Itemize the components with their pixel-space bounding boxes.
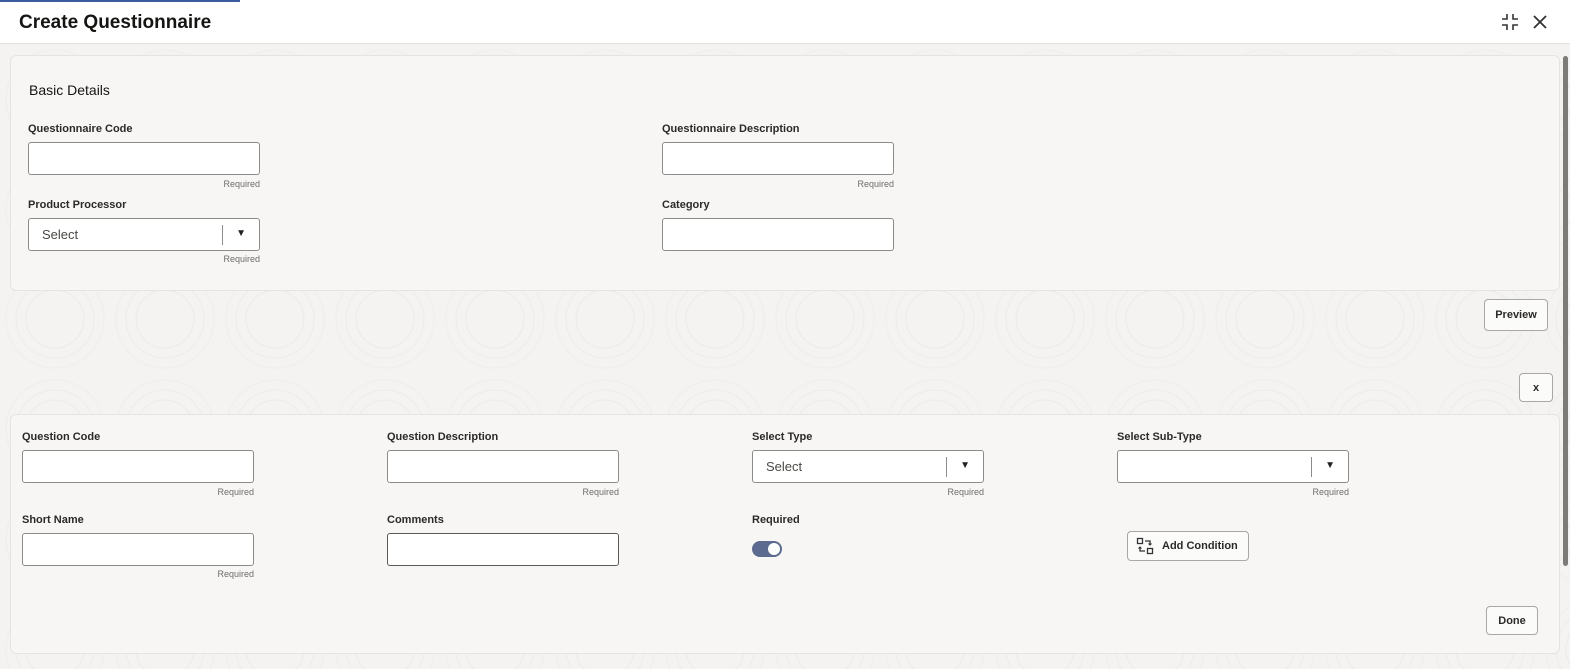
select-divider xyxy=(1311,457,1312,477)
question-description-label: Question Description xyxy=(387,431,499,443)
category-input[interactable] xyxy=(662,218,894,251)
questionnaire-description-hint: Required xyxy=(857,179,894,189)
remove-question-button[interactable]: x xyxy=(1519,373,1553,402)
short-name-label: Short Name xyxy=(22,514,84,526)
category-label: Category xyxy=(662,199,710,211)
product-processor-label: Product Processor xyxy=(28,199,127,211)
scrollbar[interactable] xyxy=(1563,56,1568,566)
product-processor-hint: Required xyxy=(223,254,260,264)
comments-input[interactable] xyxy=(387,533,619,566)
chevron-down-icon[interactable]: ▼ xyxy=(1325,460,1335,471)
required-toggle[interactable] xyxy=(752,541,782,557)
question-code-input[interactable] xyxy=(22,450,254,483)
select-divider xyxy=(946,457,947,477)
dialog-header: Create Questionnaire xyxy=(0,0,1570,44)
select-sub-type-hint: Required xyxy=(1312,487,1349,497)
chevron-down-icon[interactable]: ▼ xyxy=(236,228,246,239)
select-type-value: Select xyxy=(766,459,803,474)
required-label: Required xyxy=(752,514,800,526)
condition-icon xyxy=(1136,537,1154,555)
done-button[interactable]: Done xyxy=(1486,606,1538,635)
header-accent xyxy=(0,0,240,2)
short-name-hint: Required xyxy=(217,569,254,579)
preview-button[interactable]: Preview xyxy=(1484,299,1548,331)
select-type-select[interactable]: Select ▼ xyxy=(752,450,984,483)
question-code-label: Question Code xyxy=(22,431,101,443)
product-processor-value: Select xyxy=(42,227,79,242)
dialog-title: Create Questionnaire xyxy=(19,12,212,33)
select-sub-type-label: Select Sub-Type xyxy=(1117,431,1202,443)
comments-label: Comments xyxy=(387,514,444,526)
questionnaire-description-label: Questionnaire Description xyxy=(662,123,800,135)
questionnaire-code-input[interactable] xyxy=(28,142,260,175)
add-condition-button[interactable]: Add Condition xyxy=(1127,531,1249,561)
question-description-input[interactable] xyxy=(387,450,619,483)
close-icon[interactable] xyxy=(1530,12,1550,32)
questionnaire-code-hint: Required xyxy=(223,179,260,189)
short-name-input[interactable] xyxy=(22,533,254,566)
select-divider xyxy=(222,225,223,245)
question-description-hint: Required xyxy=(582,487,619,497)
add-condition-label: Add Condition xyxy=(1162,540,1238,552)
select-type-label: Select Type xyxy=(752,431,813,443)
basic-details-heading: Basic Details xyxy=(29,82,110,98)
select-sub-type-select[interactable]: ▼ xyxy=(1117,450,1349,483)
questionnaire-code-label: Questionnaire Code xyxy=(28,123,133,135)
chevron-down-icon[interactable]: ▼ xyxy=(960,460,970,471)
collapse-icon[interactable] xyxy=(1500,12,1520,32)
product-processor-select[interactable]: Select ▼ xyxy=(28,218,260,251)
select-type-hint: Required xyxy=(947,487,984,497)
toggle-knob xyxy=(768,543,780,555)
questionnaire-description-input[interactable] xyxy=(662,142,894,175)
question-code-hint: Required xyxy=(217,487,254,497)
